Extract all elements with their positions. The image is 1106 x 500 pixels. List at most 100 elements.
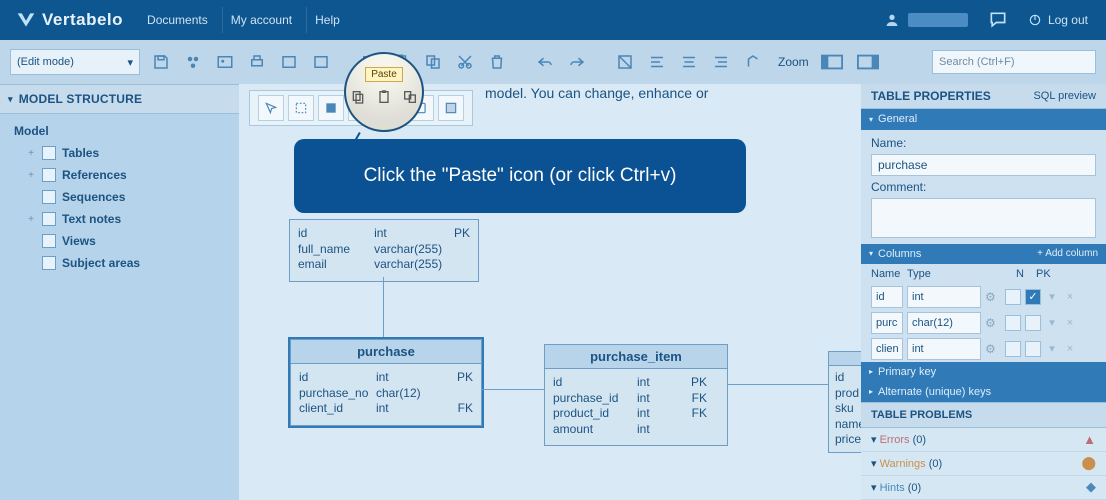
duplicate-icon bbox=[402, 88, 418, 106]
problems-hints[interactable]: ▾ Hints (0) ◆ bbox=[861, 476, 1106, 500]
col-flag: PK bbox=[681, 375, 707, 391]
sidebar-left: ▾ MODEL STRUCTURE Model +Tables +Referen… bbox=[0, 84, 239, 500]
caret-icon: ▾ bbox=[871, 434, 880, 446]
align-left-icon[interactable] bbox=[646, 51, 668, 73]
print-icon[interactable] bbox=[246, 51, 268, 73]
close-icon[interactable]: × bbox=[1063, 343, 1077, 355]
cut-icon[interactable] bbox=[454, 51, 476, 73]
section-columns[interactable]: ▾Columns+ Add column bbox=[861, 244, 1106, 264]
problems-errors[interactable]: ▾ Errors (0) ▲ bbox=[861, 428, 1106, 452]
column-type-input[interactable]: int bbox=[907, 338, 981, 360]
sql-preview-link[interactable]: SQL preview bbox=[1033, 90, 1096, 102]
nav-documents[interactable]: Documents bbox=[139, 7, 216, 33]
collapse-icon: ▾ bbox=[869, 249, 873, 258]
logout-label: Log out bbox=[1048, 13, 1088, 27]
problems-warnings[interactable]: ▾ Warnings (0) ⬤ bbox=[861, 452, 1106, 476]
nullable-checkbox[interactable] bbox=[1005, 289, 1021, 305]
align-center-icon[interactable] bbox=[678, 51, 700, 73]
user-menu[interactable] bbox=[884, 12, 968, 28]
xml-icon[interactable] bbox=[310, 51, 332, 73]
nullable-checkbox[interactable] bbox=[1005, 315, 1021, 331]
instruction-callout: Click the "Paste" icon (or click Ctrl+v) bbox=[294, 139, 746, 213]
expand-icon bbox=[26, 192, 36, 203]
image-icon[interactable] bbox=[214, 51, 236, 73]
tree-tables[interactable]: +Tables bbox=[0, 142, 239, 164]
sql-icon[interactable] bbox=[278, 51, 300, 73]
pk-checkbox[interactable] bbox=[1025, 341, 1041, 357]
undo-icon[interactable] bbox=[534, 51, 556, 73]
views-icon bbox=[42, 234, 56, 248]
tree-sequences-label: Sequences bbox=[62, 190, 125, 204]
share-icon[interactable] bbox=[182, 51, 204, 73]
nullable-checkbox[interactable] bbox=[1005, 341, 1021, 357]
brand[interactable]: Vertabelo bbox=[0, 10, 139, 30]
canvas[interactable]: model. You can change, enhance or Paste … bbox=[239, 84, 861, 500]
column-type: int bbox=[912, 291, 924, 303]
redo-icon[interactable] bbox=[566, 51, 588, 73]
chevron-down-icon[interactable]: ▾ bbox=[1045, 290, 1059, 303]
chevron-down-icon[interactable]: ▾ bbox=[1045, 316, 1059, 329]
col-type: varchar(255) bbox=[374, 242, 442, 258]
colhead-pk: PK bbox=[1036, 268, 1064, 280]
table-client[interactable]: idintPK full_namevarchar(255) emailvarch… bbox=[289, 219, 479, 282]
col-type: int bbox=[637, 406, 677, 422]
panel-right-icon[interactable] bbox=[855, 51, 881, 73]
table-problems-header[interactable]: TABLE PROBLEMS bbox=[861, 402, 1106, 428]
expand-icon: + bbox=[26, 148, 36, 159]
align-1-icon[interactable] bbox=[614, 51, 636, 73]
column-type-input[interactable]: int bbox=[907, 286, 981, 308]
column-name-input[interactable]: clien bbox=[871, 338, 903, 360]
section-alternate-keys[interactable]: ▸Alternate (unique) keys bbox=[861, 382, 1106, 402]
save-icon[interactable] bbox=[150, 51, 172, 73]
area-tool-icon[interactable] bbox=[438, 95, 464, 121]
table-purchase[interactable]: purchase idintPK purchase_nochar(12) cli… bbox=[290, 339, 482, 426]
add-column-link[interactable]: + Add column bbox=[1037, 248, 1098, 259]
table-purchase-item[interactable]: purchase_item idintPK purchase_idintFK p… bbox=[544, 344, 728, 446]
column-type: char(12) bbox=[912, 317, 953, 329]
autolayout-icon[interactable] bbox=[742, 51, 764, 73]
name-input[interactable]: purchase bbox=[871, 154, 1096, 176]
delete-icon[interactable] bbox=[486, 51, 508, 73]
column-type-input[interactable]: char(12) bbox=[907, 312, 981, 334]
tree-root[interactable]: Model bbox=[0, 120, 239, 142]
tree-references[interactable]: +References bbox=[0, 164, 239, 186]
model-structure-header[interactable]: ▾ MODEL STRUCTURE bbox=[0, 84, 239, 114]
tree-textnotes[interactable]: +Text notes bbox=[0, 208, 239, 230]
gear-icon[interactable]: ⚙ bbox=[985, 342, 1001, 356]
select-tool-icon[interactable] bbox=[258, 95, 284, 121]
mode-dropdown[interactable]: (Edit mode) ▾ bbox=[10, 49, 140, 75]
warnings-count: (0) bbox=[929, 458, 942, 470]
logout[interactable]: Log out bbox=[1028, 13, 1088, 27]
comment-input[interactable] bbox=[871, 198, 1096, 238]
search-input[interactable]: Search (Ctrl+F) bbox=[932, 50, 1096, 74]
column-name-input[interactable]: purc bbox=[871, 312, 903, 334]
col-name: sku bbox=[835, 401, 854, 417]
gear-icon[interactable]: ⚙ bbox=[985, 316, 1001, 330]
close-icon[interactable]: × bbox=[1063, 291, 1077, 303]
col-name: id bbox=[299, 370, 372, 386]
section-primary-key[interactable]: ▸Primary key bbox=[861, 362, 1106, 382]
tree-subjectareas[interactable]: Subject areas bbox=[0, 252, 239, 274]
tree-sequences[interactable]: Sequences bbox=[0, 186, 239, 208]
panel-left-icon[interactable] bbox=[819, 51, 845, 73]
chat-icon[interactable] bbox=[988, 10, 1008, 30]
close-icon[interactable]: × bbox=[1063, 317, 1077, 329]
marquee-tool-icon[interactable] bbox=[288, 95, 314, 121]
align-right-icon[interactable] bbox=[710, 51, 732, 73]
section-general[interactable]: ▾General bbox=[861, 109, 1106, 129]
nav-myaccount[interactable]: My account bbox=[222, 7, 300, 33]
gear-icon[interactable]: ⚙ bbox=[985, 290, 1001, 304]
nav-help[interactable]: Help bbox=[306, 7, 348, 33]
tree-views[interactable]: Views bbox=[0, 230, 239, 252]
callout-text: Click the "Paste" icon (or click Ctrl+v) bbox=[364, 165, 677, 187]
duplicate-icon[interactable] bbox=[422, 51, 444, 73]
col-type: int bbox=[637, 391, 677, 407]
chevron-down-icon[interactable]: ▾ bbox=[1045, 342, 1059, 355]
column-name: clien bbox=[876, 343, 899, 355]
pk-checkbox[interactable] bbox=[1025, 315, 1041, 331]
properties-header: TABLE PROPERTIES SQL preview bbox=[861, 84, 1106, 109]
tree-subjectareas-label: Subject areas bbox=[62, 256, 140, 270]
column-name-input[interactable]: id bbox=[871, 286, 903, 308]
table-tool-icon[interactable] bbox=[318, 95, 344, 121]
pk-checkbox[interactable]: ✓ bbox=[1025, 289, 1041, 305]
